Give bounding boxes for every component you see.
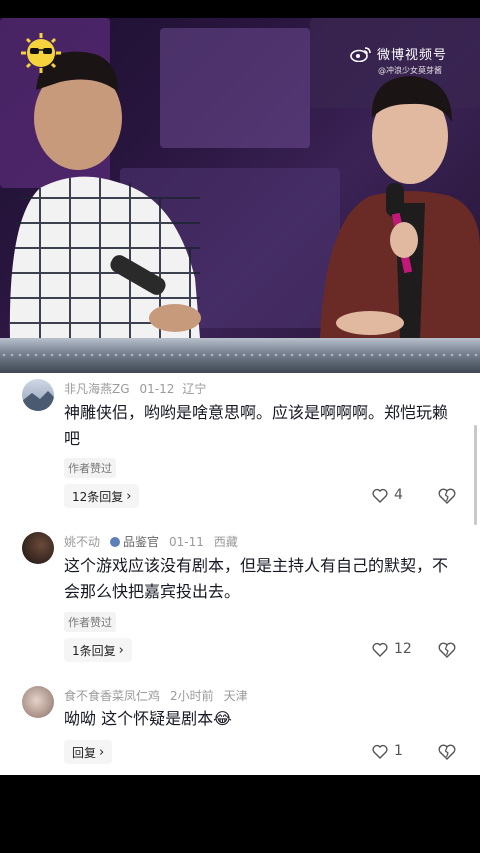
comment-location: 天津 [223,689,248,703]
stage-desk-pattern [0,351,480,361]
bottom-bar [0,775,480,853]
person-right [320,76,480,338]
scrollbar[interactable] [474,425,477,525]
author-liked-tag: 作者赞过 [64,612,116,632]
comment-date: 01-11 [169,534,204,549]
comment-list[interactable]: 非凡海燕ZG 01-12 辽宁 神雕侠侣，哟哟是啥意思啊。应该是啊啊啊。郑恺玩赖… [0,373,480,775]
sunglasses-sun-sticker [21,33,61,73]
like-count: 12 [394,641,412,657]
avatar[interactable] [22,379,54,411]
reply-count-label: 1条回复 [72,643,116,658]
like-count: 1 [394,743,403,759]
watermark-text: 微博视频号 [377,48,448,63]
heart-icon [372,642,388,657]
comment-text: 神雕侠侣，哟哟是啥意思啊。应该是啊啊啊。郑恺玩赖吧 [64,403,449,448]
chevron-right-icon: › [118,642,124,658]
comment-date: 01-12 [139,381,175,396]
comment-meta: 姚不动 品鉴官 01-11 西藏 [64,533,238,550]
chevron-right-icon: › [99,744,105,760]
view-replies-button[interactable]: 1条回复 › [64,638,132,662]
heart-icon [372,744,388,759]
broken-heart-icon[interactable] [438,488,456,504]
broken-heart-icon[interactable] [438,744,456,760]
chevron-right-icon: › [126,488,132,504]
video-frame[interactable]: 微博视频号 @冲浪少女莫芽酱 [0,18,480,373]
reply-label: 回复 [72,745,97,760]
badge-icon [110,536,121,547]
connoisseur-badge: 品鉴官 [110,533,159,550]
reply-button[interactable]: 回复 › [64,740,113,764]
like-count: 4 [394,487,403,503]
comment-meta: 非凡海燕ZG 01-12 辽宁 [64,380,206,397]
comment-meta: 食不食香菜凤仁鸡 2小时前 天津 [64,687,248,704]
comment-date: 2小时前 [170,689,214,703]
avatar[interactable] [22,686,54,718]
weibo-logo-icon [350,46,371,62]
comment-location: 西藏 [213,535,238,549]
comment-text: 这个游戏应该没有剧本，但是主持人有自己的默契，不会那么快把嘉宾投出去。 [64,556,449,601]
heart-icon [372,488,388,503]
reply-count-label: 12条回复 [72,489,124,504]
comment-username[interactable]: 食不食香菜凤仁鸡 [64,687,160,704]
broken-heart-icon[interactable] [438,642,456,658]
status-bar [0,0,480,18]
comment-text: 呦呦 这个怀疑是剧本😂 [64,709,232,728]
comment-username[interactable]: 姚不动 [64,533,100,550]
view-replies-button[interactable]: 12条回复 › [64,484,140,508]
author-liked-tag: 作者赞过 [64,458,116,478]
badge-label: 品鉴官 [123,535,160,549]
comment-location: 辽宁 [182,382,207,396]
like-button[interactable]: 4 [372,487,403,503]
like-button[interactable]: 12 [372,641,412,657]
person-left [9,51,201,338]
avatar[interactable] [22,532,54,564]
weibo-watermark: 微博视频号 @冲浪少女莫芽酱 [350,44,460,76]
watermark-handle: @冲浪少女莫芽酱 [378,66,442,75]
comment-username[interactable]: 非凡海燕ZG [64,380,130,397]
like-button[interactable]: 1 [372,743,403,759]
